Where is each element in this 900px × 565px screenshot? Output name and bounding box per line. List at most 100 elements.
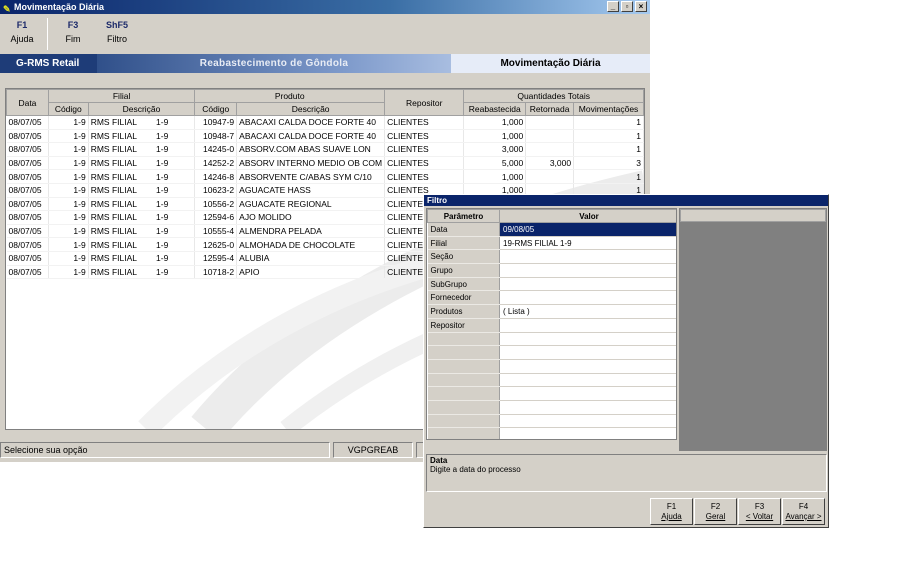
param-row[interactable]: Seção: [427, 249, 676, 265]
param-row[interactable]: Filial 19-RMS FILIAL 1-9: [427, 236, 676, 251]
param-value-field[interactable]: [499, 249, 676, 265]
param-value-field[interactable]: 09/08/05: [499, 222, 676, 237]
row-stocker: CLIENTES: [384, 156, 465, 171]
col-header-product-desc[interactable]: Descrição: [236, 102, 386, 116]
table-row[interactable]: 08/07/05 1-9 RMS FILIAL 1-9 14246-8 ABSORVENT…: [6, 169, 644, 184]
parameter-table: Parâmetro Valor Data 09/08/05 Filial 19-RMS…: [427, 209, 676, 439]
preview-pane-header: [680, 209, 826, 222]
param-name: SubGrupo: [427, 277, 500, 292]
col-group-branch: Filial: [47, 89, 196, 103]
help-button[interactable]: F1 Ajuda: [650, 498, 693, 525]
fkey-code: ShF5: [105, 20, 128, 30]
minimize-button[interactable]: _: [607, 1, 619, 12]
row-branch-desc: RMS FILIAL 1-9: [88, 237, 196, 252]
table-row[interactable]: 08/07/05 1-9 RMS FILIAL 1-9 14252-2 ABSORV IN…: [6, 156, 644, 171]
param-value-field[interactable]: [499, 332, 676, 347]
param-value-field[interactable]: 19-RMS FILIAL 1-9: [499, 236, 676, 251]
button-key: F3: [754, 502, 765, 511]
parameter-grid[interactable]: Parâmetro Valor Data 09/08/05 Filial 19-RMS…: [426, 208, 677, 440]
param-value-field[interactable]: [499, 427, 676, 439]
row-stocker: CLIENTES: [384, 169, 465, 184]
row-movements: 3: [573, 156, 644, 171]
param-value-field[interactable]: [499, 290, 676, 306]
row-restocked: 1,000: [463, 115, 527, 130]
param-row[interactable]: [427, 359, 676, 374]
param-value-field[interactable]: ( Lista ): [499, 304, 676, 319]
branch-number: 1-9: [156, 144, 169, 155]
branch-number: 1-9: [156, 239, 169, 250]
param-value-field[interactable]: [499, 318, 676, 333]
param-value-field[interactable]: [499, 345, 676, 360]
col-header-date[interactable]: Data: [6, 89, 49, 116]
param-row[interactable]: Grupo: [427, 263, 676, 278]
row-product-desc: ABACAXI CALDA DOCE FORTE 40: [236, 129, 386, 144]
col-header-branch-code[interactable]: Código: [47, 102, 89, 116]
row-branch-desc: RMS FILIAL 1-9: [88, 210, 196, 225]
param-value-field[interactable]: [499, 263, 676, 278]
param-value-field[interactable]: [499, 386, 676, 401]
next-button[interactable]: F4 Avançar >: [782, 498, 825, 525]
param-row[interactable]: [427, 386, 676, 401]
param-row[interactable]: SubGrupo: [427, 277, 676, 292]
row-date: 08/07/05: [6, 224, 49, 239]
shf5-filter-button[interactable]: ShF5 Filtro: [97, 20, 137, 44]
param-value-field[interactable]: [499, 373, 676, 388]
row-product-desc: ALMENDRA PELADA: [236, 224, 386, 239]
row-product-desc: ABSORV INTERNO MEDIO OB COM: [236, 156, 386, 171]
param-row[interactable]: [427, 345, 676, 360]
table-row[interactable]: 08/07/05 1-9 RMS FILIAL 1-9 10948-7 ABACAXI C…: [6, 129, 644, 144]
col-group-totals: Quantidades Totais: [463, 89, 644, 103]
param-row[interactable]: [427, 373, 676, 388]
row-branch-desc: RMS FILIAL 1-9: [88, 129, 196, 144]
param-row[interactable]: [427, 400, 676, 415]
row-product-code: 14252-2: [194, 156, 238, 171]
table-row[interactable]: 08/07/05 1-9 RMS FILIAL 1-9 10947-9 ABACAXI C…: [6, 115, 644, 130]
param-value-field[interactable]: [499, 414, 676, 429]
col-header-restocked[interactable]: Reabastecida: [463, 102, 527, 116]
row-branch-desc: RMS FILIAL 1-9: [88, 251, 196, 266]
function-key-bar: F1 Ajuda F3 Fim ShF5 Filtro: [0, 14, 650, 54]
general-button[interactable]: F2 Geral: [694, 498, 737, 525]
f1-help-button[interactable]: F1 Ajuda: [2, 20, 42, 44]
param-row[interactable]: Repositor: [427, 318, 676, 333]
status-message: Selecione sua opção: [0, 442, 330, 458]
branch-name: RMS FILIAL: [90, 266, 137, 277]
f3-end-button[interactable]: F3 Fim: [53, 20, 93, 44]
table-row[interactable]: 08/07/05 1-9 RMS FILIAL 1-9 14245-0 ABSORV.CO…: [6, 142, 644, 157]
param-value-field[interactable]: [499, 400, 676, 415]
row-date: 08/07/05: [6, 251, 49, 266]
param-value-field[interactable]: [499, 359, 676, 374]
row-branch-code: 1-9: [48, 129, 89, 144]
button-label: Geral: [705, 512, 726, 521]
param-row[interactable]: Data 09/08/05: [427, 222, 676, 237]
col-header-returned[interactable]: Retornada: [525, 102, 575, 116]
row-date: 08/07/05: [6, 265, 49, 280]
row-branch-desc: RMS FILIAL 1-9: [88, 183, 196, 198]
param-row[interactable]: [427, 427, 676, 439]
param-value-field[interactable]: [499, 277, 676, 292]
back-button[interactable]: F3 < Voltar: [738, 498, 781, 525]
help-box: Data Digite a data do processo: [426, 454, 827, 492]
param-row[interactable]: Produtos( Lista ): [427, 304, 676, 319]
param-row[interactable]: [427, 332, 676, 347]
param-name: [427, 332, 500, 347]
col-header-branch-desc[interactable]: Descrição: [87, 102, 196, 116]
branch-name: RMS FILIAL: [90, 212, 137, 223]
col-header-stocker[interactable]: Repositor: [384, 89, 465, 116]
param-row[interactable]: [427, 414, 676, 429]
param-name: Filial: [427, 236, 500, 251]
branch-name: RMS FILIAL: [90, 130, 137, 141]
row-branch-code: 1-9: [48, 142, 89, 157]
row-product-code: 10718-2: [194, 265, 238, 280]
param-row[interactable]: Fornecedor: [427, 290, 676, 306]
maximize-button[interactable]: ▫: [621, 1, 633, 12]
row-branch-code: 1-9: [48, 265, 89, 280]
col-header-movements[interactable]: Movimentações: [573, 102, 644, 116]
close-button[interactable]: ×: [635, 1, 647, 12]
row-product-code: 10948-7: [194, 129, 238, 144]
col-header-product-code[interactable]: Código: [194, 102, 238, 116]
button-label: Avançar >: [785, 512, 822, 521]
param-name: [427, 414, 500, 429]
branch-name: RMS FILIAL: [90, 171, 137, 182]
row-product-desc: APIO: [236, 265, 386, 280]
